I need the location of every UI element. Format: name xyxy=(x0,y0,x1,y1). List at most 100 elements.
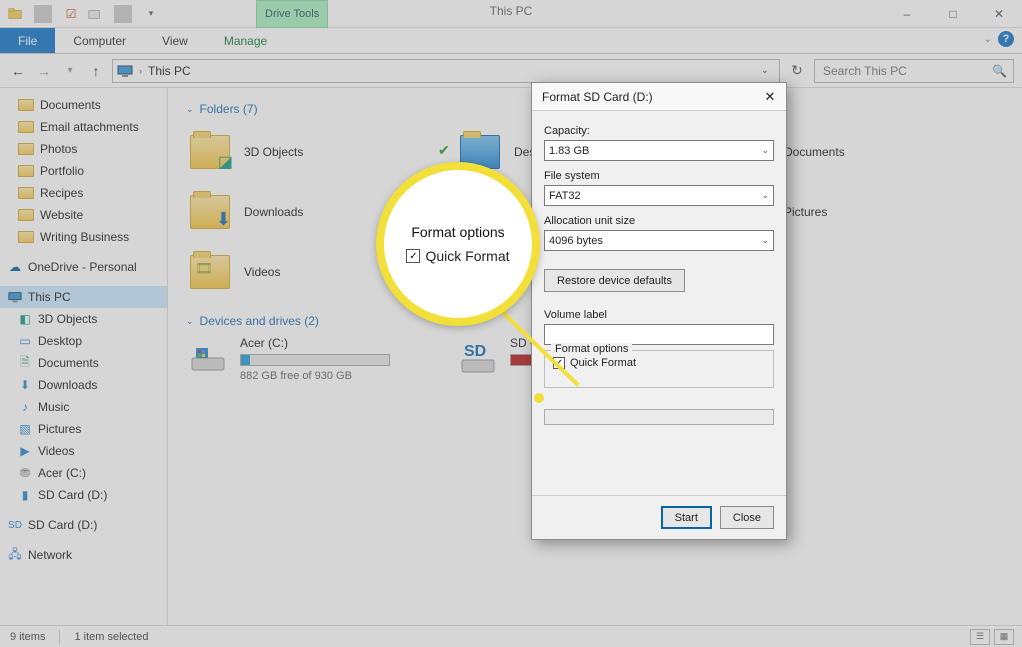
address-dropdown-icon[interactable]: ⌄ xyxy=(755,65,775,76)
sidebar-item-videos[interactable]: ▶Videos xyxy=(0,440,167,462)
search-box[interactable]: 🔍 xyxy=(814,59,1014,83)
file-system-label: File system xyxy=(544,170,774,182)
status-item-count: 9 items xyxy=(10,631,45,643)
sidebar-item-onedrive[interactable]: ☁OneDrive - Personal xyxy=(0,256,167,278)
file-system-select[interactable]: FAT32⌄ xyxy=(544,185,774,206)
sidebar-item-3d-objects[interactable]: ◧3D Objects xyxy=(0,308,167,330)
sidebar-item-documents[interactable]: Documents xyxy=(0,94,167,116)
sd-card-icon: SD xyxy=(8,518,22,532)
dialog-title-bar[interactable]: Format SD Card (D:) ✕ xyxy=(532,83,786,111)
hdd-icon xyxy=(186,336,230,380)
videos-icon: ▶ xyxy=(18,444,32,458)
title-bar: ☑ ▾ Drive Tools This PC – □ ✕ xyxy=(0,0,1022,28)
search-input[interactable] xyxy=(821,63,992,79)
quick-format-checkbox[interactable]: ✓ Quick Format xyxy=(553,357,765,369)
address-bar[interactable]: › This PC ⌄ xyxy=(112,59,780,83)
callout-quick-format-checkbox: ✓ Quick Format xyxy=(406,248,509,264)
status-selection-count: 1 item selected xyxy=(74,631,148,643)
desktop-icon: ▭ xyxy=(18,334,32,348)
sidebar-item-desktop[interactable]: ▭Desktop xyxy=(0,330,167,352)
help-icon[interactable]: ? xyxy=(998,31,1014,47)
file-tab[interactable]: File xyxy=(0,28,55,53)
up-button[interactable]: ↑ xyxy=(86,63,106,79)
callout-leader-dot xyxy=(534,393,544,403)
sidebar-item-writing-business[interactable]: Writing Business xyxy=(0,226,167,248)
large-icons-view-button[interactable]: ▦ xyxy=(994,629,1014,645)
dialog-title: Format SD Card (D:) xyxy=(542,90,653,104)
computer-tab[interactable]: Computer xyxy=(55,28,144,53)
back-button[interactable]: ← xyxy=(8,63,28,79)
sidebar-item-portfolio[interactable]: Portfolio xyxy=(0,160,167,182)
nav-pane[interactable]: Documents Email attachments Photos Portf… xyxy=(0,88,168,625)
breadcrumb[interactable]: This PC xyxy=(148,64,191,78)
drive-name: Acer (C:) xyxy=(240,336,390,350)
list-item[interactable]: Acer (C:) 882 GB free of 930 GB xyxy=(186,336,436,382)
sidebar-item-pictures[interactable]: ▧Pictures xyxy=(0,418,167,440)
capacity-label: Capacity: xyxy=(544,125,774,137)
format-dialog: Format SD Card (D:) ✕ Capacity: 1.83 GB⌄… xyxy=(531,82,787,540)
film-icon: 🎞 xyxy=(195,260,213,277)
pictures-icon: ▧ xyxy=(18,422,32,436)
sync-check-icon: ✔ xyxy=(438,142,450,159)
chevron-down-icon: ⌄ xyxy=(186,316,194,327)
music-icon: ♪ xyxy=(18,400,32,414)
new-folder-icon[interactable] xyxy=(86,5,104,23)
quick-access-toolbar: ☑ ▾ xyxy=(0,5,166,23)
folder-icon xyxy=(6,5,24,23)
sidebar-item-email-attachments[interactable]: Email attachments xyxy=(0,116,167,138)
drive-free-space: 882 GB free of 930 GB xyxy=(240,370,390,382)
details-view-button[interactable]: ☰ xyxy=(970,629,990,645)
breadcrumb-chevron-icon[interactable]: › xyxy=(139,66,142,76)
sidebar-item-music[interactable]: ♪Music xyxy=(0,396,167,418)
sidebar-item-website[interactable]: Website xyxy=(0,204,167,226)
sidebar-item-this-pc[interactable]: This PC xyxy=(0,286,167,308)
capacity-bar xyxy=(240,354,390,366)
drive-tools-contextual-tab: Drive Tools xyxy=(256,0,328,28)
sidebar-item-downloads[interactable]: ⬇Downloads xyxy=(0,374,167,396)
documents-icon: 🗎 xyxy=(18,356,32,370)
download-arrow-icon: ⬇ xyxy=(216,209,231,230)
list-item[interactable]: ◪ 3D Objects xyxy=(186,124,436,180)
callout-magnifier: Format options ✓ Quick Format xyxy=(376,162,540,326)
navigation-bar: ← → ▾ ↑ › This PC ⌄ ↻ 🔍 xyxy=(0,54,1022,88)
capacity-select[interactable]: 1.83 GB⌄ xyxy=(544,140,774,161)
sidebar-item-acer-c[interactable]: ⛃Acer (C:) xyxy=(0,462,167,484)
close-button[interactable]: ✕ xyxy=(976,0,1022,28)
chevron-down-icon: ⌄ xyxy=(761,235,769,246)
volume-label-input[interactable] xyxy=(544,324,774,345)
ribbon-expand-icon[interactable]: ⌄ xyxy=(984,34,992,45)
refresh-button[interactable]: ↻ xyxy=(786,62,808,79)
start-button[interactable]: Start xyxy=(661,506,712,529)
ribbon-tabs: File Computer View Manage ⌄ ? xyxy=(0,28,1022,54)
restore-defaults-button[interactable]: Restore device defaults xyxy=(544,269,685,292)
recent-locations-icon[interactable]: ▾ xyxy=(60,65,80,76)
properties-icon[interactable]: ☑ xyxy=(62,5,80,23)
chevron-down-icon: ⌄ xyxy=(186,104,194,115)
sd-card-icon: ▮ xyxy=(18,488,32,502)
manage-tab[interactable]: Manage xyxy=(206,28,285,53)
hdd-icon: ⛃ xyxy=(18,466,32,480)
status-bar: 9 items 1 item selected ☰ ▦ xyxy=(0,625,1022,647)
sidebar-item-documents-pc[interactable]: 🗎Documents xyxy=(0,352,167,374)
sidebar-item-sd-card-d[interactable]: ▮SD Card (D:) xyxy=(0,484,167,506)
checkbox-checkmark-icon: ✓ xyxy=(406,249,420,263)
view-tab[interactable]: View xyxy=(144,28,206,53)
close-button[interactable]: Close xyxy=(720,506,774,529)
downloads-icon: ⬇ xyxy=(18,378,32,392)
search-icon: 🔍 xyxy=(992,64,1007,78)
sidebar-item-network[interactable]: 🖧Network xyxy=(0,544,167,566)
this-pc-icon xyxy=(8,290,22,304)
cube-icon: ◧ xyxy=(18,312,32,326)
cube-icon: ◪ xyxy=(218,152,233,172)
sidebar-item-recipes[interactable]: Recipes xyxy=(0,182,167,204)
chevron-down-icon: ⌄ xyxy=(761,190,769,201)
sidebar-item-photos[interactable]: Photos xyxy=(0,138,167,160)
maximize-button[interactable]: □ xyxy=(930,0,976,28)
network-icon: 🖧 xyxy=(8,548,22,562)
minimize-button[interactable]: – xyxy=(884,0,930,28)
allocation-unit-size-select[interactable]: 4096 bytes⌄ xyxy=(544,230,774,251)
sidebar-item-sd-card-root[interactable]: SDSD Card (D:) xyxy=(0,514,167,536)
allocation-unit-size-label: Allocation unit size xyxy=(544,215,774,227)
dialog-close-button[interactable]: ✕ xyxy=(760,87,780,107)
qat-customize-icon[interactable]: ▾ xyxy=(142,5,160,23)
